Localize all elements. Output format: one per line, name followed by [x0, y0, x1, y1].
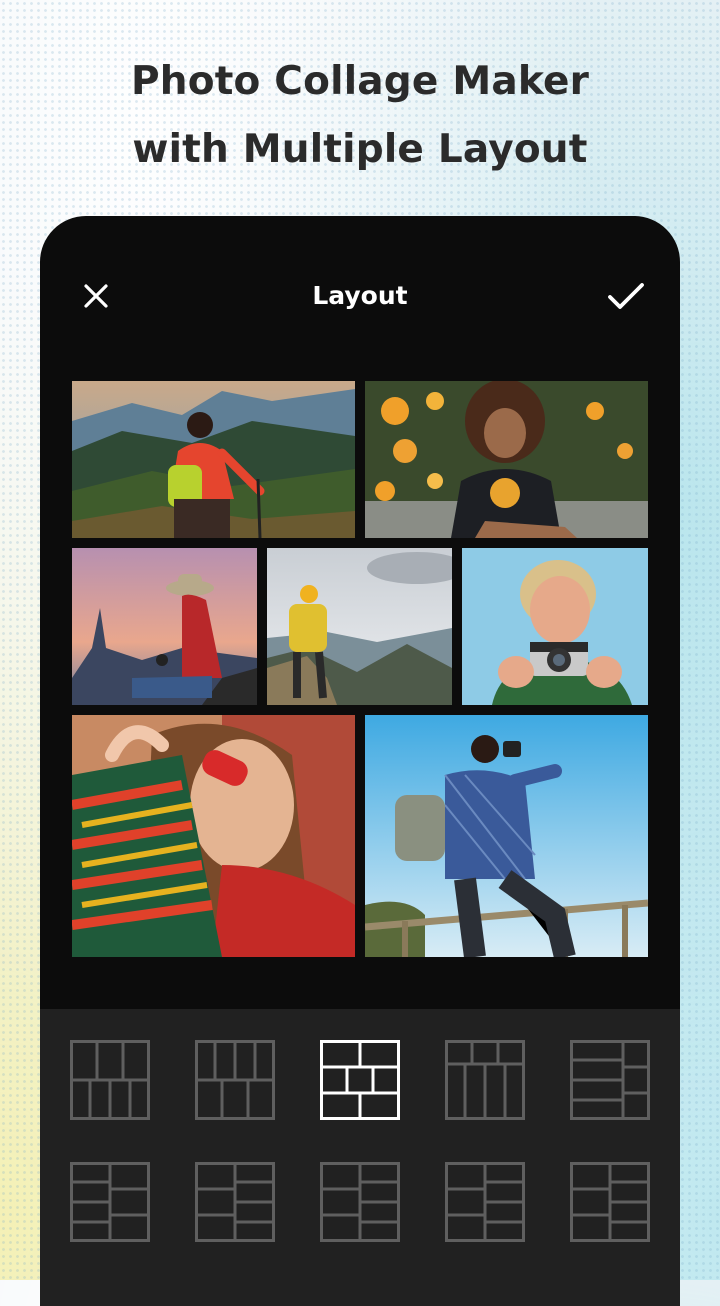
collage-photo-woman-sunset-hat[interactable] — [72, 548, 257, 705]
collage-photo-hiker-mountain-ridge[interactable] — [267, 548, 452, 705]
layout-option-4[interactable] — [445, 1040, 525, 1120]
layout-option-1[interactable] — [70, 1040, 150, 1120]
phone-frame: Layout — [40, 216, 680, 1306]
collage-photo-hiker-valley[interactable] — [72, 381, 355, 538]
collage-photo-woman-flowers[interactable] — [365, 381, 648, 538]
layout-option-2[interactable] — [195, 1040, 275, 1120]
layout-option-7[interactable] — [195, 1162, 275, 1242]
layout-option-8[interactable] — [320, 1162, 400, 1242]
collage-photo-woman-red-sunglasses[interactable] — [72, 715, 355, 957]
layout-option-6[interactable] — [70, 1162, 150, 1242]
layout-picker — [40, 1009, 680, 1306]
layout-option-5[interactable] — [570, 1040, 650, 1120]
promo-headline-line-1: Photo Collage Maker — [130, 59, 590, 104]
layout-option-3-selected[interactable] — [320, 1040, 400, 1120]
promo-headline: Photo Collage Maker with Multiple Layout — [0, 48, 720, 184]
collage-preview — [40, 216, 680, 1006]
collage-photo-man-photographer-fence[interactable] — [365, 715, 648, 957]
promo-headline-line-2: with Multiple Layout — [132, 127, 588, 172]
layout-option-10[interactable] — [570, 1162, 650, 1242]
layout-option-9[interactable] — [445, 1162, 525, 1242]
collage-photo-man-camera[interactable] — [462, 548, 648, 705]
